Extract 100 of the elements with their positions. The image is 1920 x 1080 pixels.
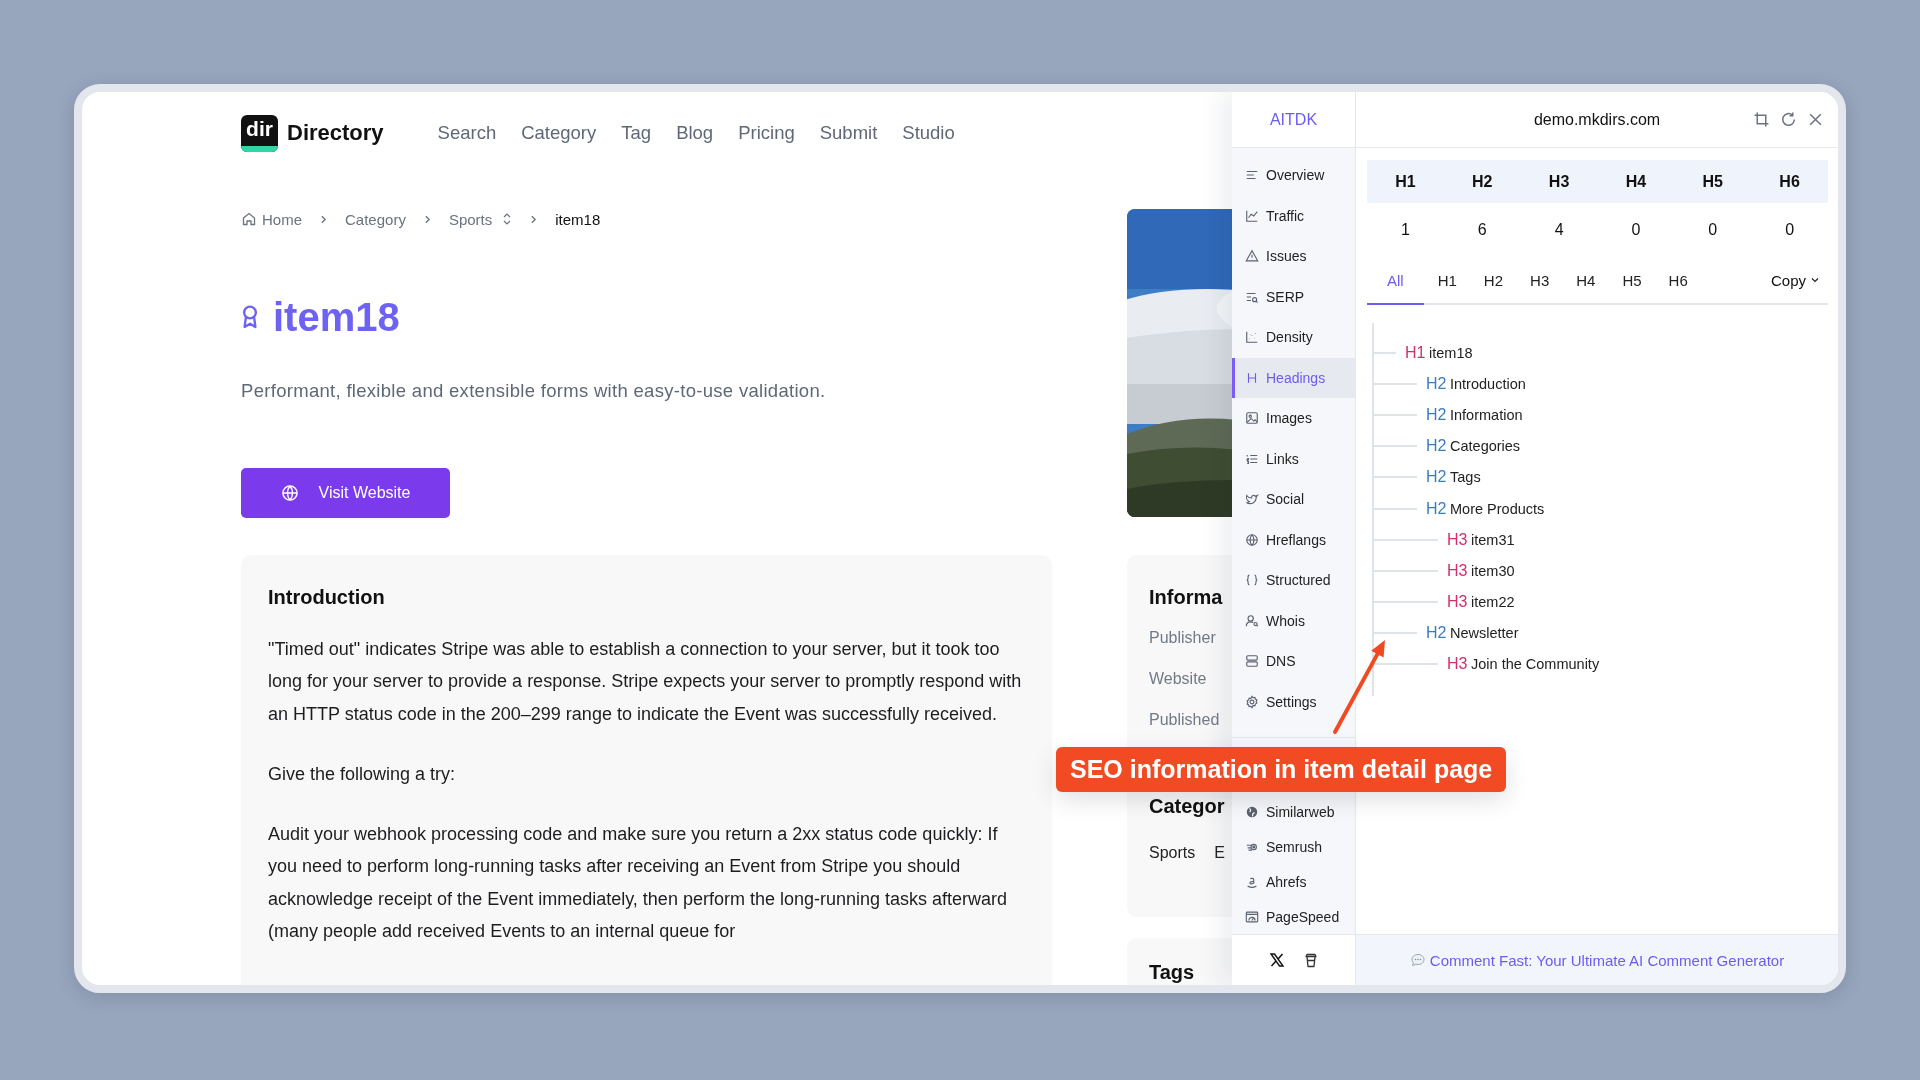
- cup-icon[interactable]: [1302, 952, 1319, 968]
- tab[interactable]: H4: [1563, 257, 1609, 305]
- heading-text[interactable]: item18: [1429, 344, 1473, 361]
- nav-link[interactable]: Tag: [621, 122, 652, 144]
- brand-name[interactable]: Directory: [287, 120, 384, 146]
- chevron-down-icon: [1810, 275, 1820, 285]
- table-cell: 0: [1708, 221, 1718, 239]
- breadcrumb-dropdown[interactable]: Sports: [448, 210, 513, 228]
- braces-icon: [1245, 573, 1259, 588]
- heading-level-tag: H1: [1405, 343, 1429, 362]
- breadcrumb-link[interactable]: Category: [345, 210, 406, 228]
- breadcrumb-current[interactable]: item18: [555, 210, 601, 228]
- table-cell: 1: [1400, 221, 1410, 239]
- category-tag[interactable]: Sports: [1149, 844, 1196, 862]
- heading-level-tag: H3: [1447, 561, 1471, 580]
- table-cell: 0: [1631, 221, 1641, 239]
- sidebar-item[interactable]: Images: [1232, 398, 1355, 439]
- settings-icon: [1245, 694, 1259, 709]
- crop-icon[interactable]: [1753, 111, 1770, 128]
- domain-text: demo.mkdirs.com: [1533, 110, 1661, 129]
- nav-link[interactable]: Blog: [676, 122, 714, 144]
- heading-text[interactable]: More Products: [1450, 500, 1545, 517]
- sidebar-item[interactable]: Settings: [1232, 681, 1355, 722]
- speech-bubble-icon: [1409, 952, 1426, 968]
- heading-text[interactable]: item31: [1471, 531, 1515, 548]
- item-title: item18: [273, 294, 400, 340]
- warning-icon: [1245, 249, 1259, 264]
- award-icon: [241, 304, 259, 330]
- image-icon: [1245, 411, 1259, 426]
- sidebar-item[interactable]: Headings: [1232, 357, 1355, 398]
- heading-level-tag: H2: [1426, 499, 1450, 518]
- home-link[interactable]: Home: [241, 210, 302, 228]
- copy-dropdown[interactable]: Copy: [1762, 271, 1828, 289]
- heading-text[interactable]: Introduction: [1450, 375, 1526, 392]
- nav-link[interactable]: Pricing: [738, 122, 795, 144]
- heading-text[interactable]: Tags: [1450, 469, 1481, 486]
- section-heading: Informa: [1149, 585, 1223, 609]
- item-description: Performant, flexible and extensible forms with easy-to-use validation.: [241, 380, 827, 402]
- sidebar-item[interactable]: Ahrefs: [1232, 864, 1355, 899]
- gauge-icon: [1245, 909, 1259, 924]
- globe-icon: [280, 484, 299, 502]
- sidebar-item[interactable]: Similarweb: [1232, 794, 1355, 829]
- paragraph: Give the following a try:: [268, 762, 457, 786]
- sidebar-item[interactable]: Issues: [1232, 236, 1355, 277]
- heading-text[interactable]: Information: [1450, 406, 1523, 423]
- sidebar-item[interactable]: Density: [1232, 317, 1355, 358]
- globe-icon: [1245, 804, 1259, 819]
- column-header: H4: [1625, 172, 1647, 191]
- heading-level-tag: H2: [1426, 624, 1450, 643]
- tab[interactable]: H2: [1470, 257, 1517, 305]
- sidebar-item[interactable]: Overview: [1232, 155, 1355, 196]
- sidebar-item[interactable]: PageSpeed: [1232, 899, 1355, 934]
- server-icon: [1245, 654, 1259, 669]
- section-heading: Tags: [1149, 960, 1195, 984]
- sidebar-item[interactable]: Whois: [1232, 600, 1355, 641]
- nav-link[interactable]: Category: [521, 122, 597, 144]
- heading-text[interactable]: Categories: [1450, 438, 1521, 455]
- column-header: H3: [1548, 172, 1570, 191]
- section-heading: Categor: [1149, 794, 1225, 818]
- info-label: Publisher: [1149, 628, 1216, 648]
- person-search-icon: [1245, 613, 1259, 628]
- tab[interactable]: H6: [1655, 257, 1701, 305]
- visit-website-button[interactable]: Visit Website: [241, 468, 450, 518]
- sidebar-item[interactable]: Semrush: [1232, 829, 1355, 864]
- refresh-icon[interactable]: [1780, 111, 1797, 128]
- sidebar-item[interactable]: SERP: [1232, 276, 1355, 317]
- x-logo-icon[interactable]: [1268, 952, 1285, 968]
- logo-icon[interactable]: dir: [241, 114, 278, 152]
- heading-icon: [1245, 370, 1259, 385]
- sidebar-item[interactable]: Social: [1232, 479, 1355, 520]
- heading-text[interactable]: item30: [1471, 562, 1515, 579]
- tab[interactable]: H3: [1517, 257, 1563, 305]
- column-header: H2: [1472, 172, 1493, 191]
- heading-level-tag: H3: [1447, 655, 1471, 674]
- sidebar-item[interactable]: Hreflangs: [1232, 519, 1355, 560]
- nav-link[interactable]: Submit: [819, 122, 878, 144]
- sidebar-item[interactable]: Links: [1232, 438, 1355, 479]
- heading-level-tag: H2: [1426, 468, 1450, 487]
- nav-link[interactable]: Search: [437, 122, 497, 144]
- tab[interactable]: H5: [1609, 257, 1655, 305]
- heading-text[interactable]: Newsletter: [1450, 625, 1519, 642]
- table-cell: 6: [1477, 221, 1487, 239]
- extension-brand: AITDK: [1232, 92, 1355, 148]
- paragraph: Audit your webhook processing code and make sure you return a 2xx status code quickly: If you need to perform long-running tasks after receiving an Event from Stripe you should acknowledge receipt of the Event immediately, then perform the long-running tasks afterward (many people add received Events to an internal queue for: [268, 823, 1009, 944]
- heading-text[interactable]: item22: [1471, 594, 1515, 611]
- sidebar-item[interactable]: DNS: [1232, 641, 1355, 682]
- heading-text[interactable]: Join the Community: [1471, 656, 1600, 673]
- heading-level-tag: H3: [1447, 593, 1471, 612]
- close-icon[interactable]: [1807, 111, 1824, 128]
- sidebar-item[interactable]: Structured: [1232, 560, 1355, 601]
- sidebar-item[interactable]: Traffic: [1232, 195, 1355, 236]
- home-icon: [241, 211, 257, 227]
- category-tag[interactable]: E: [1214, 844, 1225, 862]
- tab[interactable]: All: [1367, 257, 1424, 305]
- nav-link[interactable]: Studio: [902, 122, 955, 144]
- info-label: Website: [1149, 669, 1207, 689]
- tab[interactable]: H1: [1424, 257, 1470, 305]
- globe-icon: [1245, 532, 1259, 547]
- scatter-icon: [1245, 330, 1259, 345]
- table-cell: 4: [1554, 221, 1564, 239]
